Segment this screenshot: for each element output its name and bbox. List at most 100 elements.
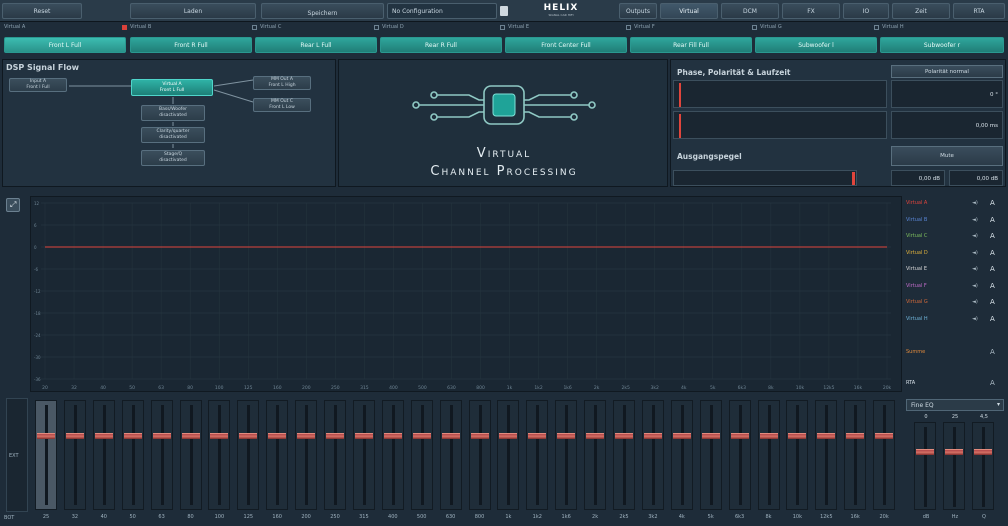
eq-band-fader[interactable] (468, 400, 491, 510)
phase-slider[interactable] (673, 80, 887, 108)
fader-knob[interactable] (239, 433, 258, 439)
legend-rta[interactable]: RTA (906, 380, 915, 386)
fader-knob[interactable] (945, 449, 963, 455)
virtual-label-7[interactable]: Virtual H (874, 24, 904, 30)
fader-knob[interactable] (672, 433, 691, 439)
eq-band-fader[interactable] (324, 400, 346, 510)
mute-button[interactable]: Mute (891, 146, 1003, 166)
legend-item[interactable]: Virtual F (906, 283, 927, 289)
eq-band-fader[interactable] (237, 400, 260, 510)
delay-slider-handle[interactable] (679, 114, 681, 138)
eq-band-fader[interactable] (497, 400, 520, 510)
fader-knob[interactable] (557, 433, 576, 439)
virtual-button-3[interactable]: Rear R Full (380, 37, 502, 53)
eq-band-fader[interactable] (179, 400, 202, 510)
fader-knob[interactable] (297, 433, 316, 439)
virtual-button-7[interactable]: Subwoofer r (880, 37, 1004, 53)
delay-slider[interactable] (673, 111, 887, 139)
bass-woofer-box[interactable]: Bass/Woofer disactivated (141, 105, 205, 121)
virtual-checkbox[interactable] (626, 24, 631, 30)
virtual-button-1[interactable]: Front R Full (130, 37, 252, 53)
reset-button[interactable]: Reset (2, 3, 82, 19)
eq-band-fader[interactable] (613, 400, 635, 510)
eq-band-fader[interactable] (121, 400, 144, 510)
auto-scale-icon[interactable]: A (990, 298, 995, 306)
eq-band-fader[interactable] (381, 400, 404, 510)
fader-knob[interactable] (916, 449, 934, 455)
fader-knob[interactable] (152, 433, 171, 439)
eq-band-fader[interactable] (266, 400, 289, 510)
eq-band-fader[interactable] (670, 400, 693, 510)
level-value-2[interactable]: 0,00 dB (949, 170, 1003, 186)
tab-dcm[interactable]: DCM (721, 3, 779, 19)
fine-eq-fader[interactable] (914, 422, 936, 510)
eq-band-fader[interactable] (150, 400, 173, 510)
fader-knob[interactable] (759, 433, 778, 439)
fader-knob[interactable] (123, 433, 142, 439)
phase-slider-handle[interactable] (679, 83, 681, 107)
virtual-button-5[interactable]: Rear Fill Full (630, 37, 752, 53)
eq-band-fader[interactable] (92, 400, 115, 510)
fine-eq-select[interactable]: Fine EQ ▾ (906, 399, 1004, 411)
fader-knob[interactable] (875, 433, 894, 439)
summe-toggle-icon[interactable]: A (990, 348, 995, 356)
level-value-1[interactable]: 0,00 dB (891, 170, 945, 186)
tab-outputs[interactable]: Outputs (619, 3, 657, 19)
eq-band-fader[interactable] (63, 400, 86, 510)
eq-band-fader[interactable] (844, 400, 867, 510)
eq-band-fader[interactable] (786, 400, 809, 510)
fader-knob[interactable] (210, 433, 229, 439)
fader-knob[interactable] (615, 433, 633, 439)
virtual-button-0[interactable]: Front L Full (4, 37, 126, 53)
auto-scale-icon[interactable]: A (990, 282, 995, 290)
fader-knob[interactable] (817, 433, 836, 439)
fader-knob[interactable] (268, 433, 287, 439)
tab-virtual[interactable]: Virtual (660, 3, 718, 19)
tab-fx[interactable]: FX (782, 3, 840, 19)
legend-item[interactable]: Virtual H (906, 316, 928, 322)
eq-band-fader[interactable] (555, 400, 578, 510)
fine-eq-value[interactable]: 4,5 (972, 414, 996, 420)
auto-scale-icon[interactable]: A (990, 199, 995, 207)
fader-knob[interactable] (528, 433, 547, 439)
eq-band-fader[interactable] (439, 400, 462, 510)
polarity-button[interactable]: Polarität normal (891, 65, 1003, 78)
eq-band-fader[interactable] (699, 400, 722, 510)
level-slider[interactable] (673, 170, 857, 186)
fine-eq-fader[interactable] (972, 422, 994, 510)
virtual-checkbox[interactable] (500, 24, 505, 30)
virtual-checkbox[interactable] (752, 24, 757, 30)
legend-item[interactable]: Virtual E (906, 266, 927, 272)
auto-scale-icon[interactable]: A (990, 249, 995, 257)
delay-value-field[interactable]: 0,00 ms (891, 111, 1003, 139)
fader-knob[interactable] (37, 433, 55, 439)
fader-knob[interactable] (730, 433, 749, 439)
eq-band-fader[interactable] (208, 400, 231, 510)
fine-eq-fader[interactable] (943, 422, 965, 510)
fader-knob[interactable] (788, 433, 807, 439)
phase-value-field[interactable]: 0 ° (891, 80, 1003, 108)
auto-scale-icon[interactable]: A (990, 265, 995, 273)
virtual-button-4[interactable]: Front Center Full (505, 37, 627, 53)
auto-scale-icon[interactable]: A (990, 216, 995, 224)
legend-summe[interactable]: Summe (906, 349, 925, 355)
config-select[interactable]: No Configuration (387, 3, 497, 19)
virtual-a-box[interactable]: Virtual A Front L Full (131, 79, 213, 96)
eq-band-fader[interactable] (873, 400, 896, 510)
fader-knob[interactable] (701, 433, 720, 439)
file-icon[interactable] (500, 6, 508, 16)
rta-toggle-icon[interactable]: A (990, 379, 995, 387)
speaker-mute-icon[interactable]: ◄) (972, 299, 978, 305)
fader-knob[interactable] (94, 433, 113, 439)
speaker-mute-icon[interactable]: ◄) (972, 283, 978, 289)
out-c-box[interactable]: MM Out C Front L Low (253, 98, 311, 112)
fader-knob[interactable] (354, 433, 373, 439)
fader-knob[interactable] (383, 433, 402, 439)
eq-band-fader[interactable] (410, 400, 433, 510)
speaker-mute-icon[interactable]: ◄) (972, 250, 978, 256)
fader-knob[interactable] (846, 433, 865, 439)
eq-band-fader[interactable] (641, 400, 664, 510)
virtual-checkbox[interactable] (122, 24, 127, 30)
fader-knob[interactable] (470, 433, 489, 439)
fader-knob[interactable] (643, 433, 662, 439)
